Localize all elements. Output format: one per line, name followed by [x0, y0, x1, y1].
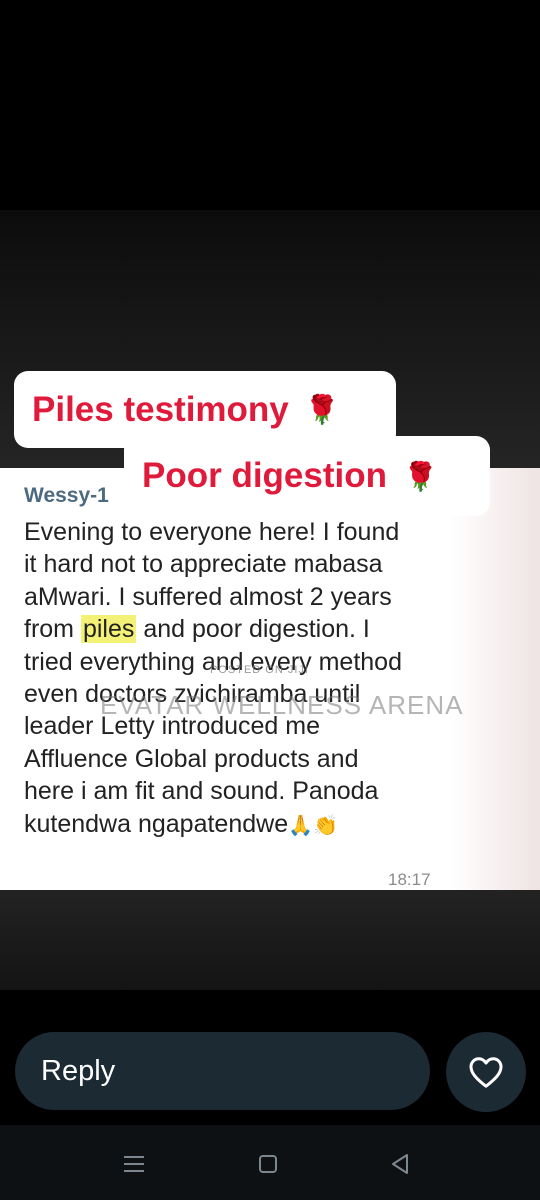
overlay-label-digestion: Poor digestion 🌹: [124, 436, 490, 516]
message-line: it hard not to appreciate mabasa: [24, 550, 383, 579]
top-black-area: [0, 0, 540, 210]
like-button[interactable]: [446, 1032, 526, 1112]
back-icon: [392, 1154, 408, 1174]
story-content: Wessy-1 Evening to everyone here! I foun…: [0, 210, 540, 990]
rose-emoji: 🌹: [304, 393, 340, 426]
sender-name: Wessy-1: [24, 484, 109, 507]
message-timestamp: 18:17: [388, 870, 431, 889]
message-line: from piles and poor digestion. I: [24, 615, 370, 644]
message-line: aMwari. I suffered almost 2 years: [24, 582, 392, 611]
message-line: Affluence Global products and: [24, 744, 359, 773]
reply-input[interactable]: Reply: [15, 1032, 430, 1110]
system-nav-bar: [0, 1125, 540, 1200]
rose-emoji: 🌹: [403, 459, 438, 493]
recents-icon: [124, 1156, 144, 1172]
message-line: kutendwa ngapatendwe🙏👏: [24, 809, 338, 838]
highlighted-word: piles: [80, 615, 137, 644]
heart-icon: [469, 1057, 503, 1088]
home-button[interactable]: [253, 1149, 283, 1179]
watermark-main: EVATAR WELLNESS ARENA: [100, 690, 464, 720]
message-line: here i am fit and sound. Panoda: [24, 777, 379, 806]
home-icon: [259, 1155, 277, 1173]
message-line: Evening to everyone here! I found: [24, 518, 400, 546]
reply-placeholder: Reply: [41, 1054, 116, 1087]
pray-clap-emoji: 🙏👏: [288, 812, 338, 837]
back-button[interactable]: [385, 1149, 415, 1179]
message-text: Evening to everyone here! I found it har…: [24, 516, 444, 841]
watermark-small: POSTED ON JIJI: [210, 664, 309, 676]
recents-button[interactable]: [119, 1149, 149, 1179]
